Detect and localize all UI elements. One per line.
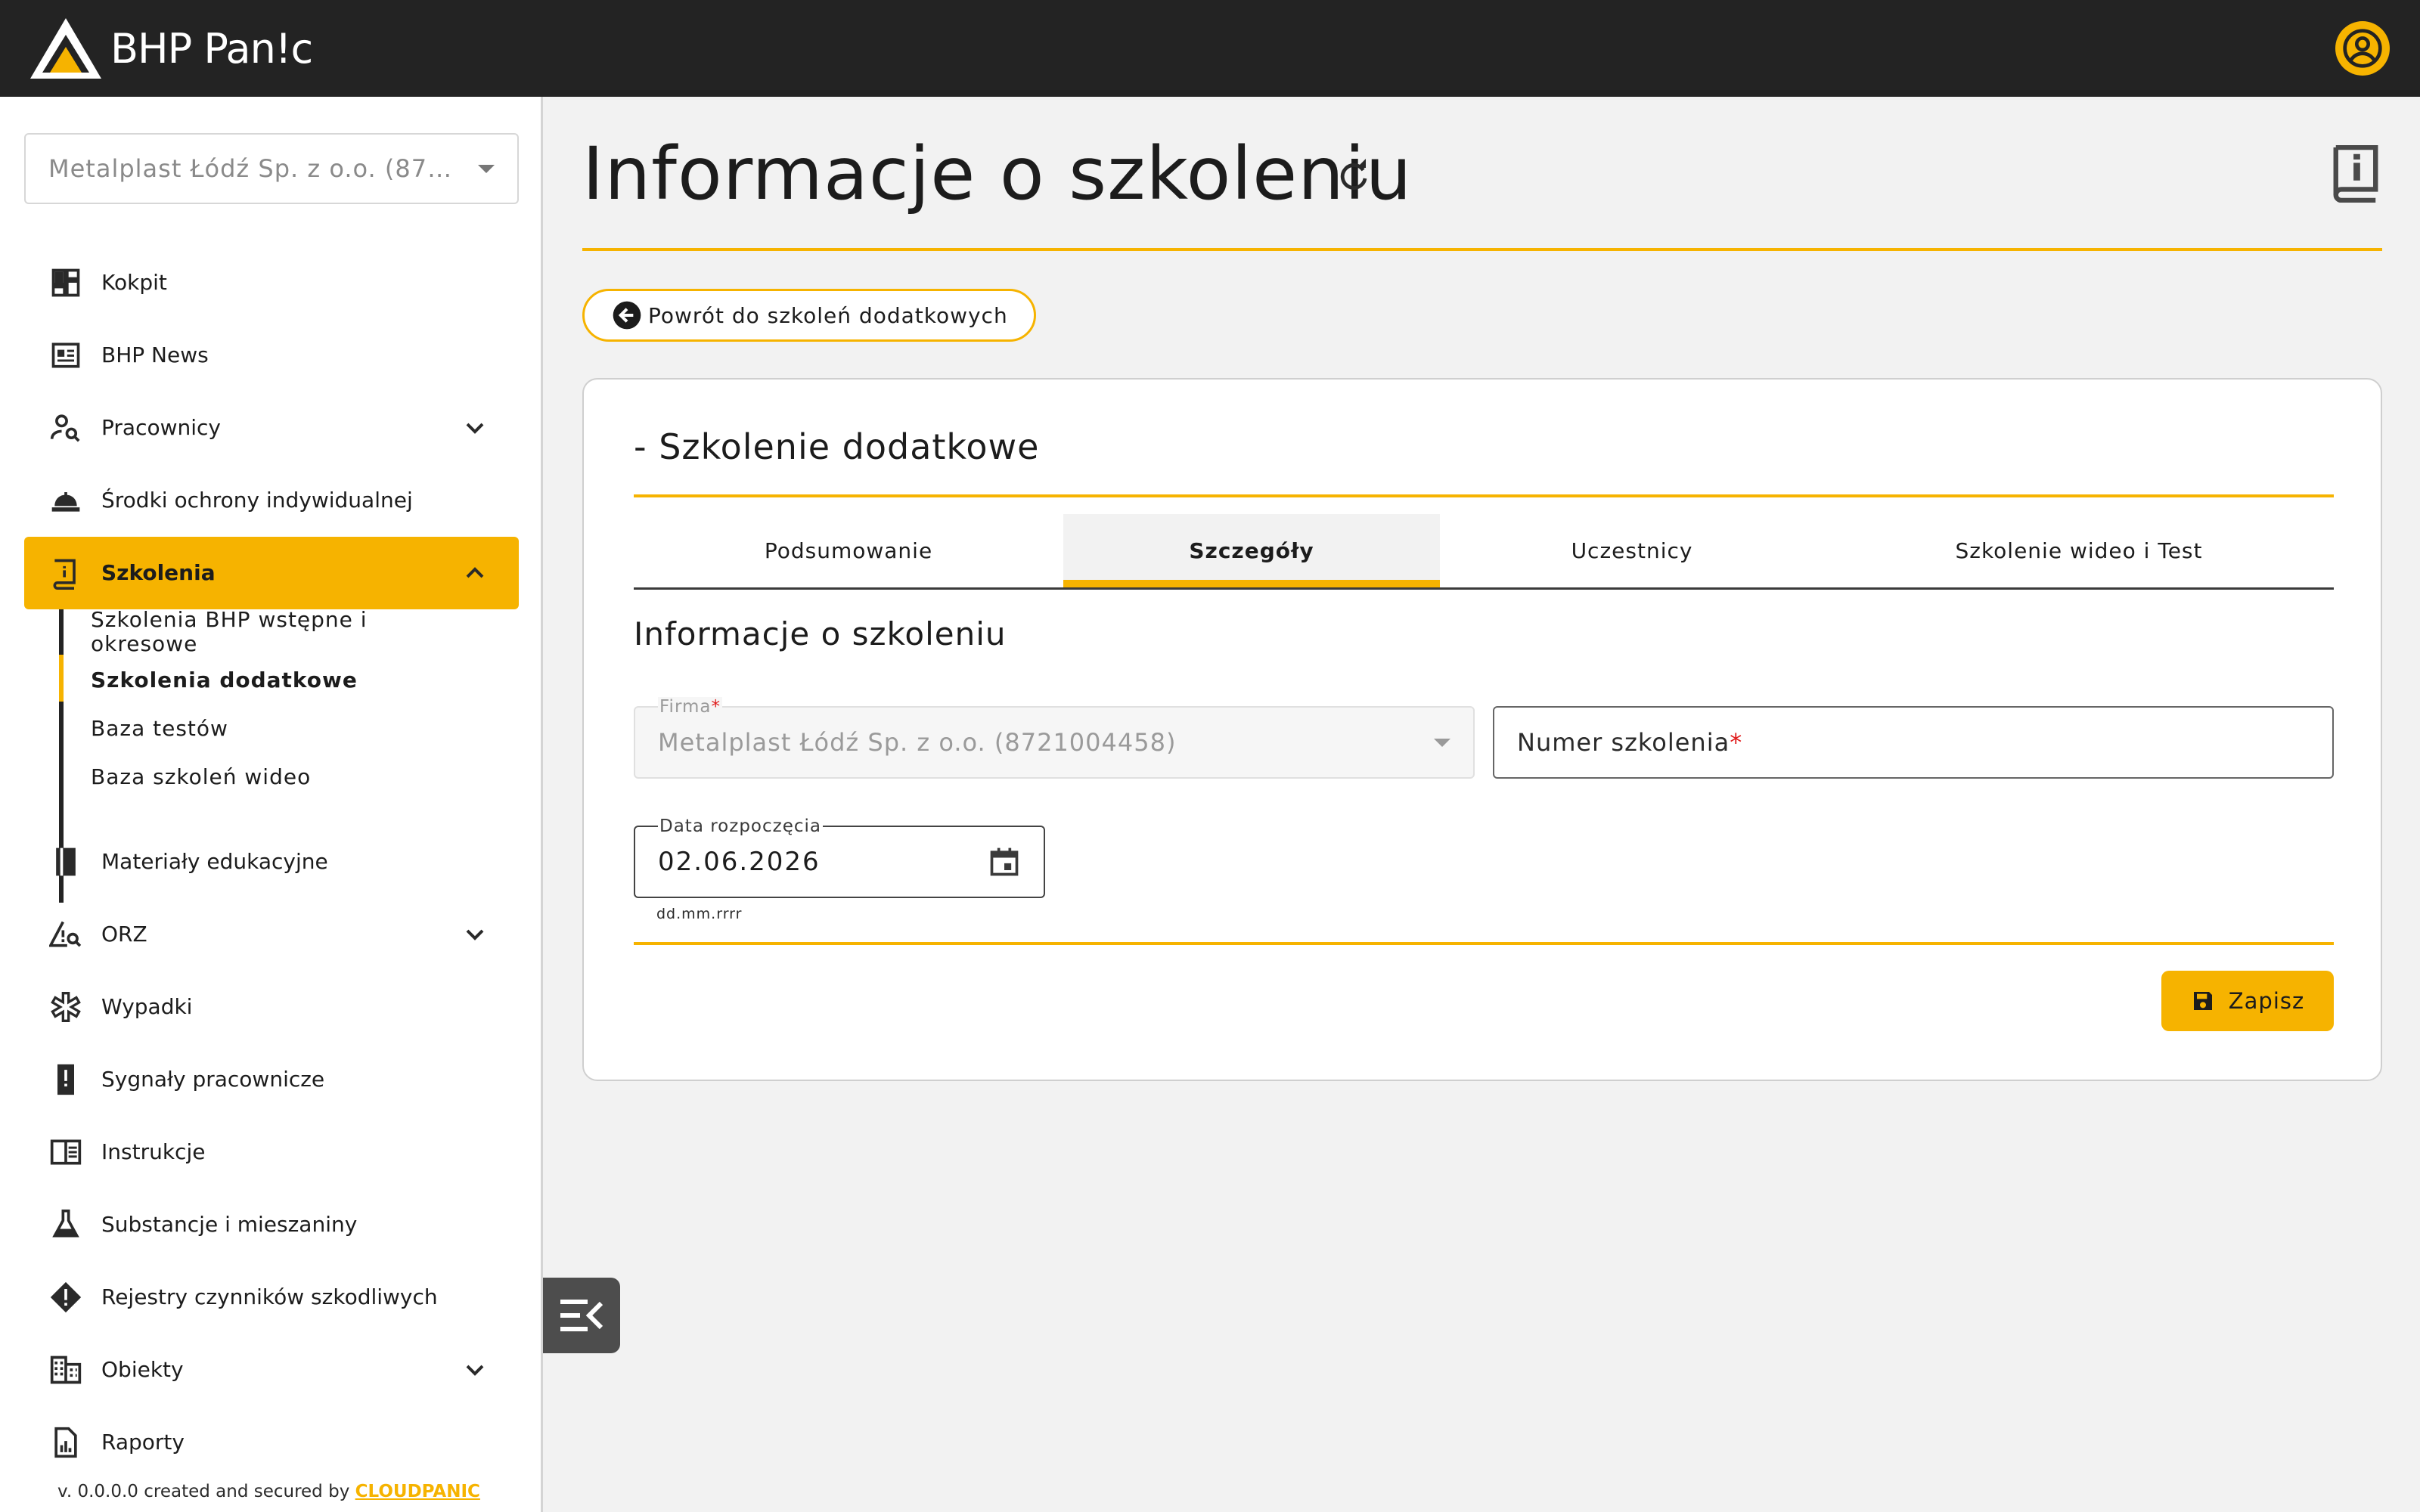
account-circle-icon: [2343, 29, 2382, 68]
title-divider: [582, 248, 2382, 251]
medical-star-icon: [48, 990, 83, 1024]
refresh-icon[interactable]: [1336, 159, 1372, 195]
top-bar: BHP Pan!c: [0, 0, 2420, 97]
tab-szczegoly[interactable]: Szczegóły: [1063, 514, 1440, 587]
sidebar-item-label: Raporty: [101, 1430, 185, 1455]
person-search-icon: [48, 411, 83, 445]
company-select-value: Metalplast Łódź Sp. z o.o. (8721004458): [48, 154, 466, 183]
bhp-panic-triangle-logo: [30, 18, 101, 79]
tab-podsumowanie[interactable]: Podsumowanie: [634, 514, 1063, 587]
submenu-item-baza-testow[interactable]: Baza testów: [91, 717, 228, 741]
report-icon: [48, 1425, 83, 1460]
numer-szkolenia-input[interactable]: Numer szkolenia*: [1493, 706, 2334, 779]
alert-phone-icon: [48, 1062, 83, 1097]
tab-szkolenie-wideo[interactable]: Szkolenie wideo i Test: [1824, 514, 2334, 587]
book-icon: [48, 844, 83, 879]
chevron-down-icon[interactable]: [460, 1355, 490, 1385]
sidebar-item-label: Szkolenia: [101, 560, 216, 585]
sidebar-item-label: Materiały edukacyjne: [101, 849, 328, 874]
firma-label: Firma*: [658, 697, 722, 717]
sidebar-item-label: Rejestry czynników szkodliwych: [101, 1284, 438, 1309]
sidebar-item-label: Obiekty: [101, 1357, 184, 1382]
submenu-item-szkolenia-bhp[interactable]: Szkolenia BHP wstępne i okresowe: [91, 608, 386, 656]
back-to-trainings-button[interactable]: Powrót do szkoleń dodatkowych: [582, 289, 1036, 342]
chevron-down-icon: [1434, 738, 1450, 747]
save-button[interactable]: Zapisz: [2161, 971, 2334, 1031]
sidebar-item-label: Instrukcje: [101, 1139, 206, 1164]
user-account-button[interactable]: [2335, 21, 2390, 76]
sidebar-item-label: Sygnały pracownicze: [101, 1067, 325, 1092]
sidebar-item-pracownicy[interactable]: Pracownicy: [24, 392, 519, 464]
sidebar-item-label: Wypadki: [101, 994, 193, 1019]
sidebar: Metalplast Łódź Sp. z o.o. (8721004458) …: [0, 97, 543, 1512]
sidebar-item-label: Kokpit: [101, 270, 167, 295]
sidebar-item-substancje[interactable]: Substancje i mieszaniny: [24, 1188, 519, 1261]
sidebar-item-wypadki[interactable]: Wypadki: [24, 971, 519, 1043]
building-icon: [48, 1352, 83, 1387]
form-bottom-divider: [634, 942, 2334, 945]
sidebar-item-rejestry[interactable]: Rejestry czynników szkodliwych: [24, 1261, 519, 1334]
chevron-up-icon[interactable]: [460, 558, 490, 588]
footer-version-text: v. 0.0.0.0 created and secured by: [57, 1482, 355, 1501]
arrow-back-circle-icon: [613, 301, 641, 330]
warning-diamond-icon: [48, 1280, 83, 1315]
sidebar-item-srodki-ochrony[interactable]: Środki ochrony indywidualnej: [24, 464, 519, 537]
sidebar-item-bhp-news[interactable]: BHP News: [24, 319, 519, 392]
tab-uczestnicy[interactable]: Uczestnicy: [1440, 514, 1824, 587]
card-title-divider: [634, 494, 2334, 497]
help-book-icon[interactable]: [2329, 145, 2382, 203]
footer-note: v. 0.0.0.0 created and secured by CLOUDP…: [57, 1482, 480, 1501]
chevron-down-icon[interactable]: [460, 919, 490, 950]
sidebar-item-label: Substancje i mieszaniny: [101, 1212, 358, 1237]
firma-select: Firma* Metalplast Łódź Sp. z o.o. (87210…: [634, 697, 1475, 779]
sidebar-item-label: Pracownicy: [101, 415, 221, 440]
submenu-item-szkolenia-dodatkowe[interactable]: Szkolenia dodatkowe: [91, 668, 358, 692]
page-title: Informacje o szkoleniu: [582, 132, 1413, 216]
chevron-down-icon: [478, 164, 495, 173]
numer-szkolenia-label: Numer szkolenia*: [1517, 728, 1743, 757]
sidebar-item-orz[interactable]: ORZ: [24, 898, 519, 971]
training-card: - Szkolenie dodatkowe Podsumowanie Szcze…: [582, 378, 2382, 1081]
sidebar-item-label: ORZ: [101, 922, 147, 947]
chevron-down-icon[interactable]: [460, 413, 490, 443]
save-button-label: Zapisz: [2228, 988, 2305, 1014]
logo-text: BHP Pan!c: [110, 24, 313, 73]
calendar-icon[interactable]: [988, 845, 1021, 878]
sidebar-item-materialy[interactable]: Materiały edukacyjne: [24, 826, 519, 898]
sidebar-item-kokpit[interactable]: Kokpit: [24, 246, 519, 319]
date-format-hint: dd.mm.rrrr: [656, 906, 743, 922]
submenu-active-marker: [59, 655, 64, 702]
save-icon: [2193, 992, 2212, 1010]
data-rozpoczecia-value: 02.06.2026: [658, 847, 821, 877]
sidebar-item-szkolenia[interactable]: Szkolenia: [24, 537, 519, 609]
dashboard-icon: [48, 265, 83, 300]
sidebar-item-label: BHP News: [101, 342, 209, 367]
card-title: - Szkolenie dodatkowe: [634, 426, 1040, 467]
sidebar-item-raporty[interactable]: Raporty: [24, 1406, 519, 1479]
firma-value: Metalplast Łódź Sp. z o.o. (8721004458): [658, 728, 1177, 757]
tab-bar: Podsumowanie Szczegóły Uczestnicy Szkole…: [634, 514, 2334, 590]
cloudpanic-link[interactable]: CLOUDPANIC: [355, 1482, 480, 1501]
hard-hat-icon: [48, 483, 83, 518]
collapse-sidebar-button[interactable]: [543, 1278, 620, 1353]
sidebar-item-obiekty[interactable]: Obiekty: [24, 1334, 519, 1406]
risk-search-icon: [48, 917, 83, 952]
chrome-reader-icon: [48, 1135, 83, 1170]
company-select[interactable]: Metalplast Łódź Sp. z o.o. (8721004458): [24, 133, 519, 204]
sidebar-item-sygnaly[interactable]: Sygnały pracownicze: [24, 1043, 519, 1116]
newspaper-icon: [48, 338, 83, 373]
sidebar-item-label: Środki ochrony indywidualnej: [101, 488, 413, 513]
training-book-icon: [48, 556, 83, 590]
flask-icon: [48, 1207, 83, 1242]
data-rozpoczecia-input[interactable]: Data rozpoczęcia 02.06.2026: [634, 816, 1045, 898]
back-button-label: Powrót do szkoleń dodatkowych: [648, 302, 1008, 328]
menu-open-icon: [560, 1300, 603, 1331]
sidebar-item-instrukcje[interactable]: Instrukcje: [24, 1116, 519, 1188]
section-title: Informacje o szkoleniu: [634, 615, 1007, 652]
app-logo[interactable]: BHP Pan!c: [29, 17, 313, 80]
data-rozpoczecia-label: Data rozpoczęcia: [658, 816, 823, 836]
submenu-item-baza-szkolen-wideo[interactable]: Baza szkoleń wideo: [91, 765, 311, 789]
